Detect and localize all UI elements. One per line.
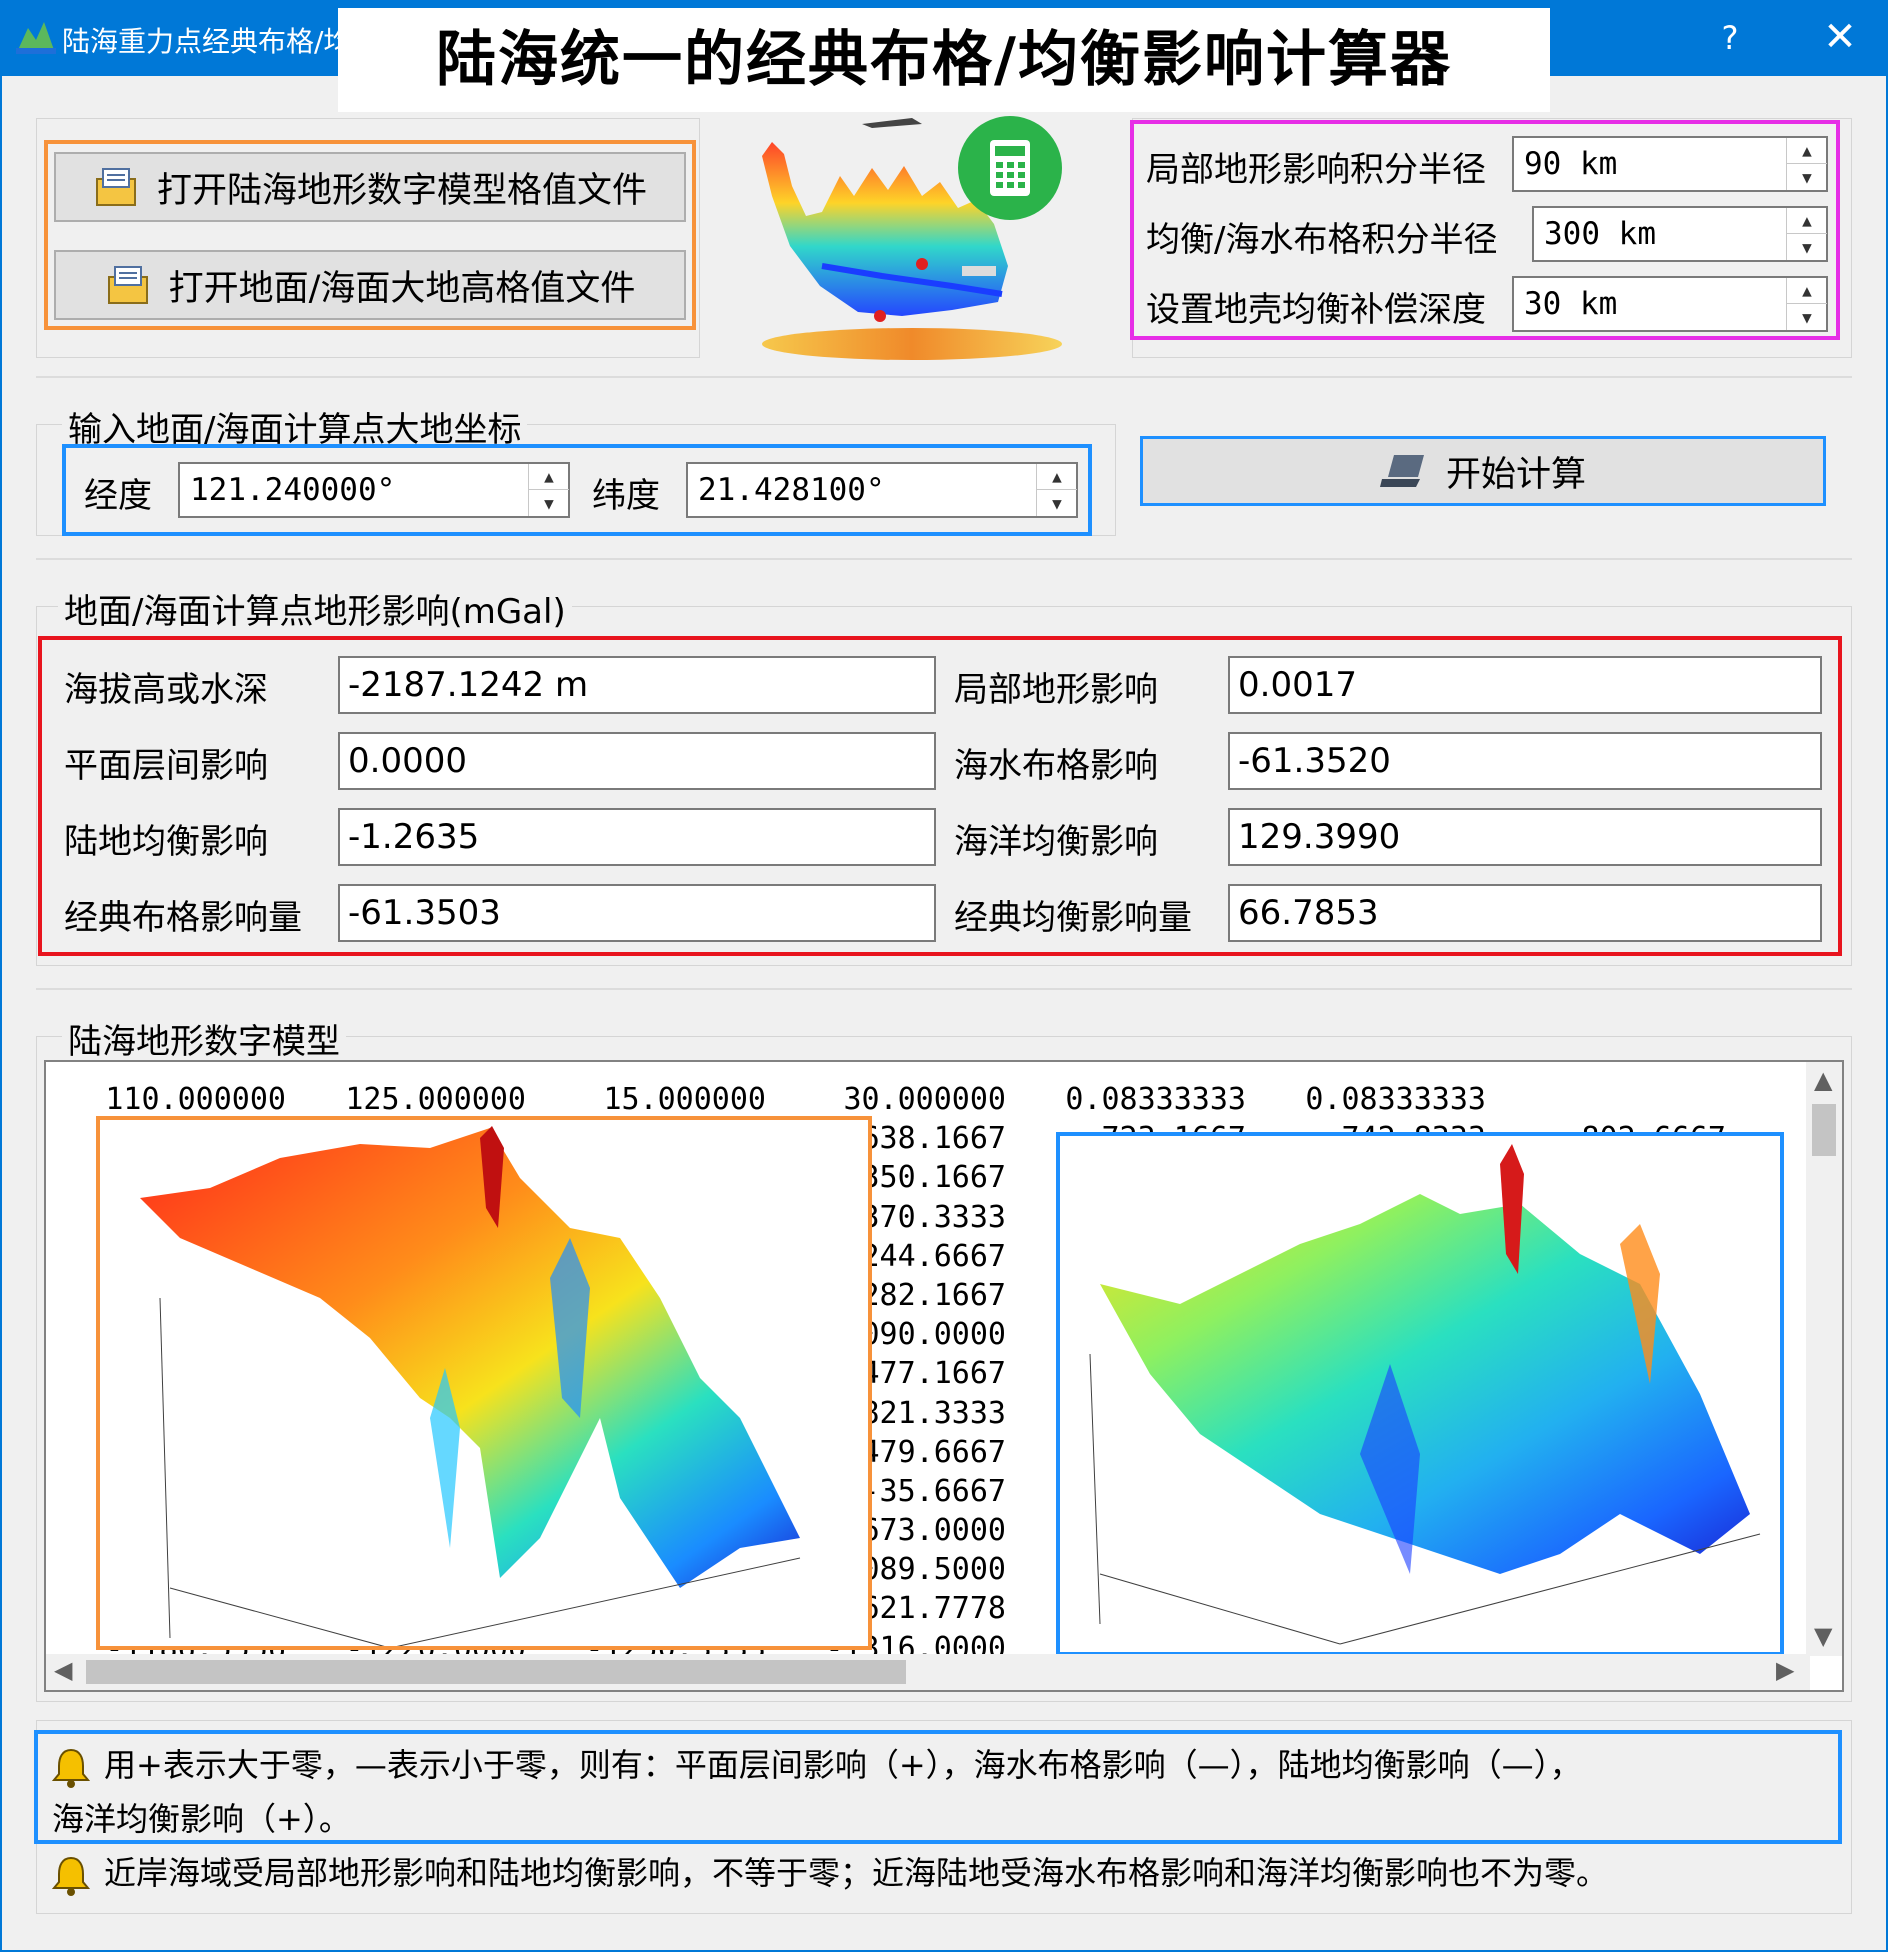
ocean-surface-highlight xyxy=(1056,1132,1784,1656)
ocean-isostatic-field[interactable]: 129.3990 xyxy=(1228,808,1822,866)
ship-icon xyxy=(962,266,996,276)
spin-up-icon[interactable]: ▲ xyxy=(1787,138,1827,164)
scroll-up-icon[interactable]: ▲ xyxy=(1814,1066,1832,1094)
note-sign-convention: 用+表示大于零，—表示小于零，则有：平面层间影响（+），海水布格影响（—），陆地… xyxy=(52,1738,1842,1846)
open-dem-button[interactable]: 打开陆海地形数字模型格值文件 xyxy=(54,152,686,222)
airplane-icon xyxy=(862,118,922,128)
note-line-1: 用+表示大于零，—表示小于零，则有：平面层间影响（+），海水布格影响（—），陆地… xyxy=(104,1746,1582,1784)
land-isostatic-label: 陆地均衡影响 xyxy=(64,822,268,862)
param-depth-label: 设置地壳均衡补偿深度 xyxy=(1146,290,1486,330)
bouguer-plate-field[interactable]: 0.0000 xyxy=(338,732,936,790)
scroll-left-icon[interactable]: ◀ xyxy=(54,1656,72,1684)
classic-isostatic-label: 经典均衡影响量 xyxy=(954,898,1192,938)
scroll-right-icon[interactable]: ▶ xyxy=(1776,1656,1794,1684)
bouguer-plate-label: 平面层间影响 xyxy=(64,746,268,786)
param-iso-radius-value: 300 km xyxy=(1544,216,1656,252)
latitude-spin[interactable]: 21.428100° ▲ ▼ xyxy=(686,462,1078,518)
laptop-icon xyxy=(1379,455,1424,487)
separator xyxy=(36,988,1852,990)
spin-down-icon[interactable]: ▼ xyxy=(529,490,569,516)
vertical-scroll-thumb[interactable] xyxy=(1812,1104,1836,1156)
classic-bouguer-field[interactable]: -61.3503 xyxy=(338,884,936,942)
land-isostatic-field[interactable]: -1.2635 xyxy=(338,808,936,866)
model-group-title: 陆海地形数字模型 xyxy=(62,1014,346,1063)
separator xyxy=(36,376,1852,378)
param-iso-radius-label: 均衡/海水布格积分半径 xyxy=(1146,220,1498,260)
note-line-3: 近岸海域受局部地形影响和陆地均衡影响，不等于零；近海陆地受海水布格影响和海洋均衡… xyxy=(104,1854,1609,1892)
scroll-down-icon[interactable]: ▼ xyxy=(1814,1622,1832,1650)
elevation-field[interactable]: -2187.1242 m xyxy=(338,656,936,714)
latitude-value: 21.428100° xyxy=(698,472,885,508)
compute-button[interactable]: 开始计算 xyxy=(1140,436,1826,506)
note-line-2: 海洋均衡影响（+）。 xyxy=(52,1800,351,1838)
grid-cell: 0.08333333 xyxy=(1065,1082,1246,1117)
spin-up-icon[interactable]: ▲ xyxy=(1037,464,1077,490)
grid-cell: 110.000000 xyxy=(105,1082,286,1117)
param-radius-label: 局部地形影响积分半径 xyxy=(1146,150,1486,190)
note-nearshore: 近岸海域受局部地形影响和陆地均衡影响，不等于零；近海陆地受海水布格影响和海洋均衡… xyxy=(52,1846,1842,1900)
vertical-scrollbar[interactable]: ▲ ▼ xyxy=(1806,1062,1842,1656)
spin-up-icon[interactable]: ▲ xyxy=(529,464,569,490)
param-radius-value: 90 km xyxy=(1524,146,1618,182)
terrain-illustration xyxy=(762,116,1062,360)
local-terrain-field[interactable]: 0.0017 xyxy=(1228,656,1822,714)
grid-cell: 15.000000 xyxy=(603,1082,766,1117)
grid-cell: 0.08333333 xyxy=(1305,1082,1486,1117)
classic-isostatic-field[interactable]: 66.7853 xyxy=(1228,884,1822,942)
app-icon xyxy=(16,22,56,54)
sea-bouguer-field[interactable]: -61.3520 xyxy=(1228,732,1822,790)
grid-row: 110.000000 125.000000 15.000000 30.000000 0.… xyxy=(46,1080,1726,1119)
latitude-label: 纬度 xyxy=(592,476,660,516)
bell-icon xyxy=(52,1856,90,1896)
longitude-label: 经度 xyxy=(84,476,152,516)
close-button[interactable]: ✕ xyxy=(1800,0,1880,76)
point-marker xyxy=(874,310,886,322)
open-height-button[interactable]: 打开地面/海面大地高格值文件 xyxy=(54,250,686,320)
help-button[interactable]: ? xyxy=(1700,0,1760,76)
grid-cell: 30.000000 xyxy=(843,1082,1006,1117)
classic-bouguer-label: 经典布格影响量 xyxy=(64,898,302,938)
spin-down-icon[interactable]: ▼ xyxy=(1787,304,1827,330)
file-open-icon xyxy=(107,266,148,304)
separator xyxy=(36,558,1852,560)
elevation-label: 海拔高或水深 xyxy=(64,670,268,710)
open-height-label: 打开地面/海面大地高格值文件 xyxy=(168,268,636,309)
file-open-icon xyxy=(95,168,136,206)
spin-down-icon[interactable]: ▼ xyxy=(1787,164,1827,190)
horizontal-scroll-thumb[interactable] xyxy=(86,1660,906,1684)
horizontal-scrollbar[interactable]: ◀ ▶ xyxy=(46,1654,1810,1690)
ocean-isostatic-label: 海洋均衡影响 xyxy=(954,822,1158,862)
bell-icon xyxy=(52,1748,90,1788)
local-terrain-label: 局部地形影响 xyxy=(954,670,1158,710)
param-depth-spin[interactable]: 30 km ▲ ▼ xyxy=(1512,276,1828,332)
land-surface-highlight xyxy=(96,1116,872,1650)
compute-label: 开始计算 xyxy=(1445,454,1586,495)
param-depth-value: 30 km xyxy=(1524,286,1618,322)
longitude-value: 121.240000° xyxy=(190,472,396,508)
open-dem-label: 打开陆海地形数字模型格值文件 xyxy=(156,170,647,211)
spin-down-icon[interactable]: ▼ xyxy=(1787,234,1827,260)
dem-text-panel[interactable]: 110.000000 125.000000 15.000000 30.000000 0.… xyxy=(44,1060,1844,1692)
grid-cell: 125.000000 xyxy=(345,1082,526,1117)
param-iso-radius-spin[interactable]: 300 km ▲ ▼ xyxy=(1532,206,1828,262)
page-banner: 陆海统一的经典布格/均衡影响计算器 xyxy=(338,8,1550,112)
param-radius-spin[interactable]: 90 km ▲ ▼ xyxy=(1512,136,1828,192)
sea-bouguer-label: 海水布格影响 xyxy=(954,746,1158,786)
spin-up-icon[interactable]: ▲ xyxy=(1787,278,1827,304)
longitude-spin[interactable]: 121.240000° ▲ ▼ xyxy=(178,462,570,518)
results-group-title: 地面/海面计算点地形影响(mGal) xyxy=(58,584,572,633)
spin-down-icon[interactable]: ▼ xyxy=(1037,490,1077,516)
window-title: 陆海重力点经典布格/均衡影响计算器 xyxy=(62,25,342,58)
spin-up-icon[interactable]: ▲ xyxy=(1787,208,1827,234)
